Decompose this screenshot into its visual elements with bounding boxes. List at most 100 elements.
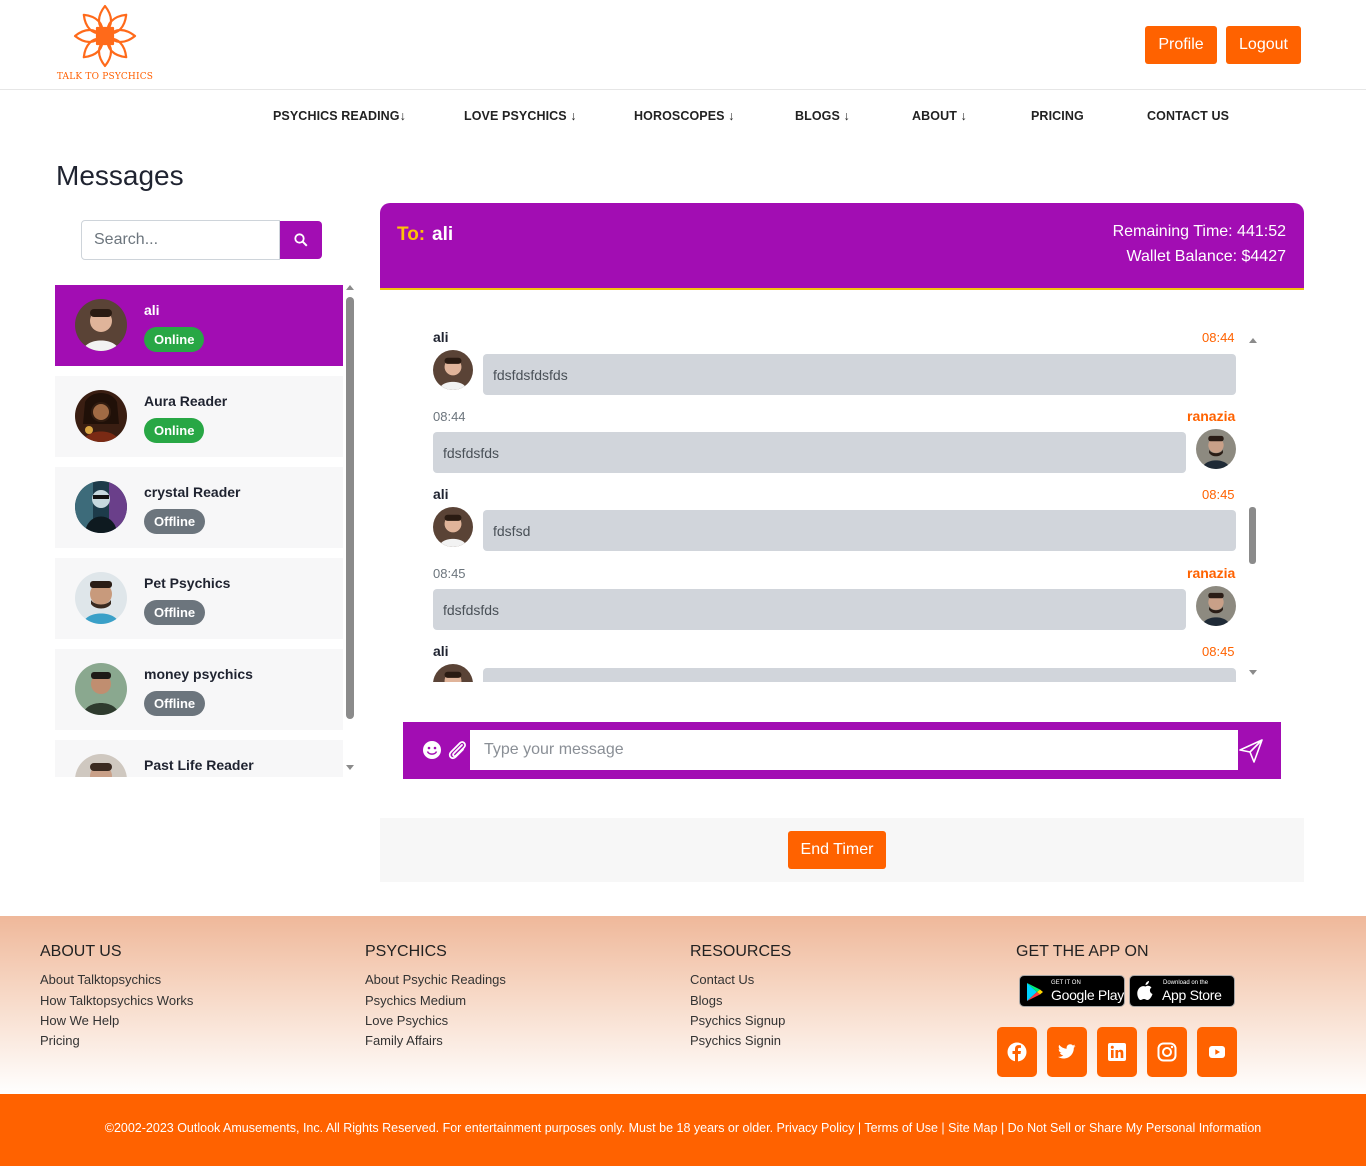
send-icon[interactable] xyxy=(1238,738,1264,764)
footer-link[interactable]: Psychics Signup xyxy=(690,1013,785,1028)
footer-link[interactable]: How We Help xyxy=(40,1013,119,1028)
scroll-up-arrow-icon[interactable] xyxy=(346,285,354,290)
facebook-button[interactable] xyxy=(997,1027,1037,1077)
message-bubble xyxy=(483,668,1236,682)
footer-link[interactable]: Psychics Signin xyxy=(690,1033,781,1048)
contact-item[interactable]: Aura Reader Online xyxy=(55,376,343,457)
contact-item[interactable]: crystal Reader Offline xyxy=(55,467,343,548)
site-header: TALK TO PSYCHICS Profile Logout xyxy=(0,0,1366,90)
nav-blogs[interactable]: BLOGS ↓ xyxy=(795,109,850,123)
status-badge: Online xyxy=(144,418,205,443)
avatar xyxy=(433,350,473,390)
scroll-up-arrow-icon[interactable] xyxy=(1249,338,1257,343)
instagram-button[interactable] xyxy=(1147,1027,1187,1077)
avatar xyxy=(75,572,127,624)
footer-link[interactable]: Love Psychics xyxy=(365,1013,448,1028)
site-footer: ABOUT US About Talktopsychics How Talkto… xyxy=(0,916,1366,1094)
footer-link[interactable]: How Talktopsychics Works xyxy=(40,993,193,1008)
message-bubble: fdsfdsfdsfds xyxy=(483,354,1236,395)
message-thread-scrollbar[interactable] xyxy=(1246,330,1260,682)
avatar xyxy=(75,481,127,533)
contact-list-scrollbar[interactable] xyxy=(343,285,357,777)
message-bubble: fdsfsd xyxy=(483,510,1236,551)
scrollbar-thumb[interactable] xyxy=(346,297,354,719)
avatar xyxy=(75,663,127,715)
status-badge: Offline xyxy=(144,600,206,625)
footer-resources-title: RESOURCES xyxy=(690,943,792,960)
nav-about[interactable]: ABOUT ↓ xyxy=(912,109,967,123)
avatar xyxy=(75,390,127,442)
message-input[interactable]: Type your message xyxy=(470,730,1238,770)
message-time: 08:44 xyxy=(1202,330,1235,345)
search-button[interactable] xyxy=(280,221,322,259)
lotus-logo-icon xyxy=(73,4,137,68)
avatar xyxy=(75,299,127,351)
avatar xyxy=(75,754,127,777)
footer-about-title: ABOUT US xyxy=(40,943,122,960)
remaining-time: Remaining Time: 441:52 xyxy=(1112,223,1286,240)
contact-name: ali xyxy=(144,302,160,318)
contact-name: Pet Psychics xyxy=(144,575,231,591)
status-badge: Online xyxy=(144,327,205,352)
avatar xyxy=(433,507,473,547)
footer-link[interactable]: Psychics Medium xyxy=(365,993,466,1008)
end-timer-button[interactable]: End Timer xyxy=(788,831,886,869)
contact-name: Aura Reader xyxy=(144,393,228,409)
message-sender: ali xyxy=(433,643,449,659)
footer-link[interactable]: About Psychic Readings xyxy=(365,972,506,987)
contact-item[interactable]: ali Online xyxy=(55,285,343,366)
message-time: 08:45 xyxy=(1202,487,1235,502)
avatar xyxy=(1196,429,1236,469)
scroll-down-arrow-icon[interactable] xyxy=(346,765,354,770)
contact-item[interactable]: Past Life Reader xyxy=(55,740,343,777)
footer-link[interactable]: About Talktopsychics xyxy=(40,972,161,987)
message-time: 08:45 xyxy=(1202,644,1235,659)
footer-link[interactable]: Contact Us xyxy=(690,972,754,987)
status-badge: Offline xyxy=(144,509,206,534)
message-sender: ali xyxy=(433,486,449,502)
recipient-name: ali xyxy=(432,224,454,245)
site-logo[interactable]: TALK TO PSYCHICS xyxy=(56,2,154,84)
google-play-big-text: Google Play xyxy=(1051,987,1124,1003)
scroll-down-arrow-icon[interactable] xyxy=(1249,670,1257,675)
google-play-icon xyxy=(1027,983,1043,1001)
apple-icon xyxy=(1137,981,1153,1000)
app-store-small-text: Download on the xyxy=(1163,980,1209,986)
message-sender: ranazia xyxy=(1187,565,1236,581)
attachment-icon[interactable] xyxy=(446,738,468,762)
message-bubble: fdsfdsfds xyxy=(433,432,1186,473)
nav-love-psychics[interactable]: LOVE PSYCHICS ↓ xyxy=(464,109,577,123)
footer-link[interactable]: Family Affairs xyxy=(365,1033,443,1048)
nav-horoscopes[interactable]: HOROSCOPES ↓ xyxy=(634,109,735,123)
scrollbar-thumb[interactable] xyxy=(1249,507,1256,564)
footer-psychics-title: PSYCHICS xyxy=(365,943,447,960)
logout-button[interactable]: Logout xyxy=(1226,26,1301,64)
avatar xyxy=(433,664,473,682)
app-store-badge[interactable]: Download on the App Store xyxy=(1129,975,1235,1007)
contact-list: ali Online Aura Reader Online crystal Re… xyxy=(55,285,343,777)
footer-link[interactable]: Blogs xyxy=(690,993,723,1008)
to-label: To: xyxy=(397,224,426,245)
nav-psychics-reading[interactable]: PSYCHICS READING↓ xyxy=(273,109,406,123)
twitter-icon xyxy=(1058,1044,1076,1059)
profile-button[interactable]: Profile xyxy=(1145,26,1217,64)
message-time: 08:45 xyxy=(433,566,466,581)
facebook-icon xyxy=(1007,1042,1027,1062)
page-title: Messages xyxy=(56,160,184,191)
twitter-button[interactable] xyxy=(1047,1027,1087,1077)
linkedin-button[interactable] xyxy=(1097,1027,1137,1077)
contact-item[interactable]: Pet Psychics Offline xyxy=(55,558,343,639)
footer-link[interactable]: Pricing xyxy=(40,1033,80,1048)
search-input[interactable]: Search... xyxy=(81,220,280,260)
nav-pricing[interactable]: PRICING xyxy=(1031,109,1084,123)
nav-contact-us[interactable]: CONTACT US xyxy=(1147,109,1229,123)
footer-app-title: GET THE APP ON xyxy=(1016,943,1149,960)
youtube-button[interactable] xyxy=(1197,1027,1237,1077)
message-bubble: fdsfdsfds xyxy=(433,589,1186,630)
contact-item[interactable]: money psychics Offline xyxy=(55,649,343,730)
avatar xyxy=(1196,586,1236,626)
emoji-icon[interactable] xyxy=(422,740,442,760)
google-play-badge[interactable]: GET IT ON Google Play xyxy=(1019,975,1125,1007)
contact-name: crystal Reader xyxy=(144,484,241,500)
linkedin-icon xyxy=(1108,1043,1126,1061)
